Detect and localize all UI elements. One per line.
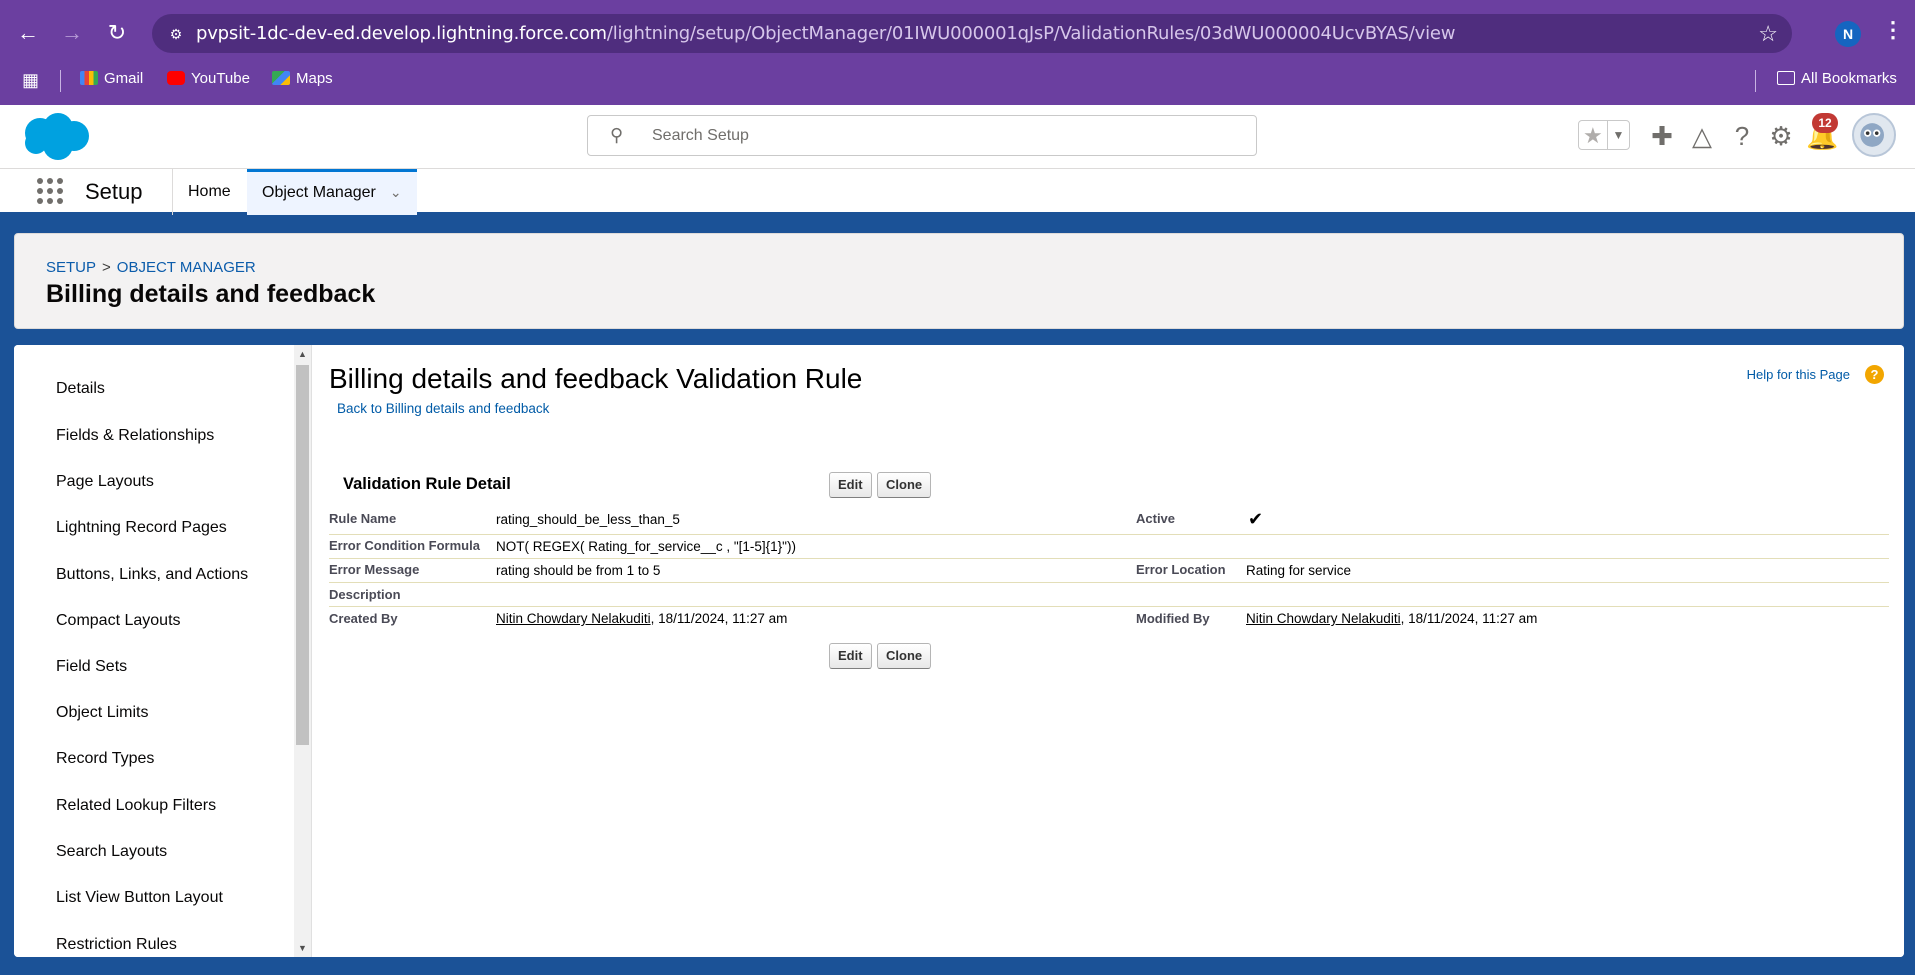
nav-item-details[interactable]: Details [56,380,105,398]
field-label: Error Condition Formula [329,538,480,553]
field-row: Rule Name rating_should_be_less_than_5 A… [329,505,1889,535]
help-link[interactable]: Help for this Page [1747,367,1850,382]
error-message-value: rating should be from 1 to 5 [496,563,661,578]
scroll-down-icon[interactable]: ▼ [298,943,307,953]
field-row: Created By Nitin Chowdary Nelakuditi, 18… [329,607,1889,631]
context-bar: Setup Home Object Manager ⌄ [0,169,1915,215]
tab-object-manager[interactable]: Object Manager ⌄ [247,169,417,215]
search-input[interactable] [652,124,1212,148]
nav-item-compact-layouts[interactable]: Compact Layouts [56,612,181,630]
profile-avatar[interactable]: N [1835,21,1861,47]
created-by-user-link[interactable]: Nitin Chowdary Nelakuditi [496,611,651,626]
site-info-icon[interactable]: ⚙ [166,24,186,44]
field-label: Rule Name [329,511,397,526]
nav-item-page-layouts[interactable]: Page Layouts [56,473,154,491]
nav-item-search-layouts[interactable]: Search Layouts [56,843,167,861]
favorites-button[interactable]: ★ ▼ [1578,120,1630,150]
divider [1755,70,1756,92]
page-header: SETUP > OBJECT MANAGER Billing details and… [14,233,1904,329]
field-row: Error Message rating should be from 1 to… [329,559,1889,583]
tab-home[interactable]: Home [173,169,246,215]
arrow-right-icon[interactable]: → [58,19,86,47]
salesforce-logo[interactable] [20,111,92,163]
validation-rule-title: Billing details and feedback Validation … [329,363,863,394]
modified-by-value: Nitin Chowdary Nelakuditi, 18/11/2024, 1… [1246,611,1538,626]
address-bar[interactable]: ⚙ pvpsit-1dc-dev-ed.develop.lightning.fo… [152,14,1792,53]
apps-grid-icon[interactable]: ▦ [22,70,39,91]
field-label: Description [329,587,401,602]
bookmarks-bar: ▦ Gmail YouTube Maps All Bookmarks [0,62,1915,98]
youtube-icon [167,71,185,85]
edit-button[interactable]: Edit [829,643,872,669]
app-launcher-icon[interactable] [37,178,63,204]
avatar-icon [1860,123,1884,147]
left-nav: Details Fields & Relationships Page Layo… [14,345,294,957]
nav-item-buttons-links-actions[interactable]: Buttons, Links, and Actions [56,566,248,584]
rule-name-value: rating_should_be_less_than_5 [496,512,680,527]
nav-item-list-view-button-layout[interactable]: List View Button Layout [56,889,223,907]
bookmark-youtube[interactable]: YouTube [167,70,250,87]
all-bookmarks[interactable]: All Bookmarks [1777,70,1897,87]
nav-item-restriction-rules[interactable]: Restriction Rules [56,936,177,954]
breadcrumb-object-manager[interactable]: OBJECT MANAGER [117,259,256,276]
main-card: Details Fields & Relationships Page Layo… [14,345,1904,957]
url-text[interactable]: pvpsit-1dc-dev-ed.develop.lightning.forc… [196,23,1455,44]
breadcrumb: SETUP > OBJECT MANAGER [46,259,256,276]
reload-icon[interactable]: ↻ [103,19,131,47]
created-by-value: Nitin Chowdary Nelakuditi, 18/11/2024, 1… [496,611,788,626]
modified-by-user-link[interactable]: Nitin Chowdary Nelakuditi [1246,611,1401,626]
nav-item-field-sets[interactable]: Field Sets [56,658,127,676]
global-header: ⚲ ★ ▼ ✚ △ ? ⚙ 🔔 12 [0,105,1915,169]
star-icon[interactable]: ★ [1583,123,1603,149]
content-area: Billing details and feedback Validation … [311,345,1904,957]
browser-toolbar: ← → ↻ ⚙ pvpsit-1dc-dev-ed.develop.lightn… [0,0,1915,105]
user-avatar[interactable] [1852,113,1896,157]
scroll-up-icon[interactable]: ▲ [298,349,307,359]
search-icon: ⚲ [610,125,624,145]
nav-item-lightning-record-pages[interactable]: Lightning Record Pages [56,519,227,537]
field-row: Description [329,583,1889,607]
trailhead-icon[interactable]: △ [1687,121,1717,151]
nav-item-object-limits[interactable]: Object Limits [56,704,148,722]
nav-item-related-lookup-filters[interactable]: Related Lookup Filters [56,797,216,815]
error-location-value: Rating for service [1246,563,1352,578]
checkmark-icon: ✔ [1248,509,1264,529]
field-label: Error Message [329,562,420,577]
bookmark-maps[interactable]: Maps [272,70,333,87]
bookmark-gmail[interactable]: Gmail [80,70,143,87]
field-label: Modified By [1136,611,1210,626]
chevron-down-icon[interactable]: ⌄ [390,184,402,200]
clone-button[interactable]: Clone [877,472,932,498]
maps-icon [272,71,290,85]
help-icon[interactable]: ? [1865,365,1884,384]
star-icon[interactable]: ☆ [1758,21,1778,47]
field-row: Error Condition Formula NOT( REGEX( Rati… [329,535,1889,559]
app-name: Setup [85,179,143,204]
clone-button[interactable]: Clone [877,643,932,669]
chevron-down-icon[interactable]: ▼ [1607,121,1629,149]
field-label: Created By [329,611,398,626]
gear-icon[interactable]: ⚙ [1766,121,1796,151]
search-setup[interactable]: ⚲ [587,115,1257,156]
menu-icon[interactable]: ⋮ [1882,17,1904,43]
formula-value: NOT( REGEX( Rating_for_service__c , "[1-… [496,539,796,554]
divider [60,70,61,92]
section-title: Validation Rule Detail [343,475,511,493]
back-link[interactable]: Back to Billing details and feedback [337,401,549,416]
field-label: Error Location [1136,562,1226,577]
nav-item-record-types[interactable]: Record Types [56,750,154,768]
folder-icon [1777,71,1795,85]
add-icon[interactable]: ✚ [1647,121,1677,151]
nav-scrollbar[interactable]: ▲ ▼ [294,345,311,957]
edit-button[interactable]: Edit [829,472,872,498]
breadcrumb-setup[interactable]: SETUP [46,259,96,276]
arrow-left-icon[interactable]: ← [14,19,42,47]
help-icon[interactable]: ? [1727,121,1757,151]
nav-item-fields-relationships[interactable]: Fields & Relationships [56,427,214,445]
scrollbar-thumb[interactable] [296,365,309,745]
field-label: Active [1136,511,1176,526]
page-title: Billing details and feedback [46,280,376,308]
notification-badge: 12 [1812,113,1838,133]
gmail-icon [80,71,98,85]
